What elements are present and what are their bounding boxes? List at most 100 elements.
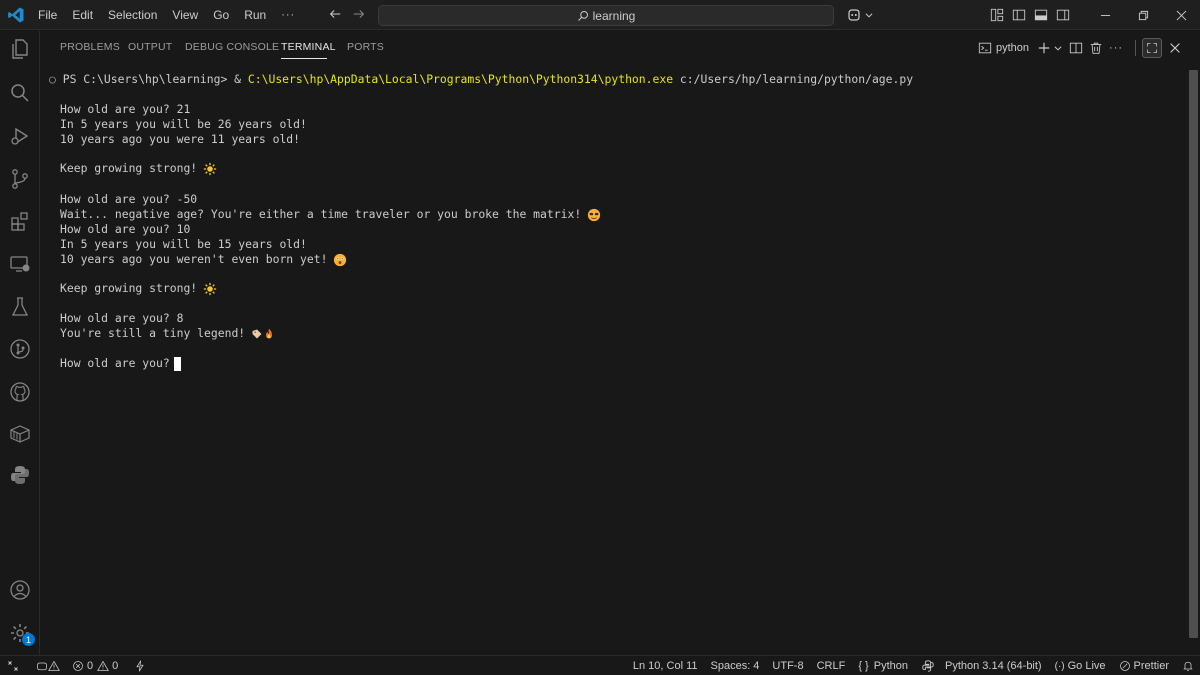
close-window-button[interactable] [1162, 0, 1200, 30]
output-line: How old are you? 21 [60, 102, 191, 116]
go-live-button[interactable]: (·) Go Live [1055, 660, 1106, 672]
problems-status[interactable]: 0 0 [72, 660, 118, 672]
python-interpreter[interactable]: Python 3.14 (64-bit) [921, 659, 1042, 673]
output-line: In 5 years you will be 15 years old! [60, 237, 307, 251]
search-view-button[interactable] [8, 81, 32, 105]
indentation[interactable]: Spaces: 4 [711, 660, 760, 672]
toggle-primary-sidebar-icon[interactable] [1012, 8, 1026, 22]
terminal-instance[interactable]: python [978, 41, 1037, 55]
beaker-icon [11, 297, 29, 316]
manage-update-badge: 1 [22, 633, 35, 646]
containers-button[interactable] [8, 422, 32, 446]
restore-icon [1138, 10, 1148, 20]
toggle-panel-icon[interactable] [1034, 8, 1048, 22]
extensions-button[interactable] [8, 209, 32, 233]
copilot-status[interactable] [36, 660, 60, 672]
python-exe-path: C:\Users\hp\AppData\Local\Programs\Pytho… [247, 72, 674, 86]
close-panel-button[interactable] [1168, 41, 1182, 55]
git-graph-button[interactable] [8, 337, 32, 361]
tab-output[interactable]: OUTPUT [128, 41, 172, 53]
new-terminal-button[interactable] [1037, 41, 1063, 55]
input-line: How old are you? [60, 356, 181, 371]
close-icon [1176, 10, 1186, 20]
terminal-name: python [996, 42, 1030, 54]
bell-icon [1183, 661, 1193, 672]
status-right: Ln 10, Col 11 Spaces: 4 UTF-8 CRLF { } P… [633, 656, 1194, 675]
accounts-button[interactable] [8, 578, 32, 602]
split-icon [1069, 42, 1083, 54]
split-terminal-button[interactable] [1069, 41, 1083, 55]
tag-emoji-icon [252, 329, 262, 338]
interpreter-version: Python 3.14 (64-bit) [944, 660, 1042, 672]
check-circle-icon [1119, 661, 1130, 671]
search-icon [11, 84, 29, 102]
maximize-panel-button[interactable] [1142, 38, 1163, 58]
github-button[interactable] [8, 380, 32, 404]
status-left: 0 0 [0, 656, 146, 675]
remote-indicator[interactable] [0, 660, 26, 672]
menu-file[interactable]: File [38, 8, 57, 22]
ports-status[interactable] [134, 660, 146, 672]
forward-arrow-icon[interactable] [352, 7, 366, 21]
tab-terminal[interactable]: TERMINAL [281, 41, 336, 53]
terminal-scrollbar[interactable] [1187, 62, 1200, 654]
cursor-position[interactable]: Ln 10, Col 11 [633, 660, 698, 672]
testing-button[interactable] [8, 295, 32, 319]
menu-edit[interactable]: Edit [72, 8, 93, 22]
source-control-button[interactable] [8, 167, 32, 191]
run-debug-button[interactable] [8, 124, 32, 148]
account-icon [10, 580, 30, 600]
menu-go[interactable]: Go [213, 8, 229, 22]
kill-terminal-button[interactable] [1089, 41, 1103, 55]
output-text: 10 years ago you weren't even born yet! [60, 252, 328, 266]
output-line: Keep growing strong! [60, 161, 217, 176]
notifications-button[interactable] [1182, 660, 1194, 672]
menu-bar: File Edit Selection View Go Run ··· [38, 0, 310, 30]
warning-count: 0 [112, 660, 119, 672]
maximize-icon [1147, 43, 1157, 53]
tab-problems[interactable]: PROBLEMS [60, 41, 120, 53]
output-text: Keep growing strong! [60, 281, 198, 295]
menu-more[interactable]: ··· [281, 9, 295, 21]
output-text: You're still a tiny legend! [60, 326, 246, 340]
command-center-search[interactable]: learning [378, 5, 834, 26]
scrollbar-thumb[interactable] [1189, 70, 1198, 638]
command-line: ○ PS C:\Users\hp\learning> & C:\Users\hp… [49, 72, 913, 86]
customize-layout-icon[interactable] [990, 8, 1004, 22]
output-line: 10 years ago you weren't even born yet! [60, 252, 347, 267]
terminal-output[interactable]: ○ PS C:\Users\hp\learning> & C:\Users\hp… [41, 62, 1187, 654]
menu-selection[interactable]: Selection [108, 8, 157, 22]
tab-debug-console[interactable]: DEBUG CONSOLE [185, 41, 279, 53]
toggle-secondary-sidebar-icon[interactable] [1056, 8, 1070, 22]
tab-ports[interactable]: PORTS [347, 41, 384, 53]
end-of-line[interactable]: CRLF [817, 660, 846, 672]
separator [1135, 40, 1137, 56]
chevron-down-icon [1054, 46, 1062, 51]
python-button[interactable] [8, 463, 32, 487]
active-tab-indicator [281, 58, 327, 59]
extensions-icon [11, 212, 28, 231]
menu-run[interactable]: Run [244, 8, 266, 22]
files-icon [12, 39, 28, 59]
language-mode[interactable]: { } Python [858, 660, 908, 672]
output-line: Wait... negative age? You're either a ti… [60, 207, 601, 222]
more-actions-button[interactable]: ··· [1109, 42, 1123, 54]
prettier-status[interactable]: Prettier [1119, 660, 1169, 672]
title-bar: File Edit Selection View Go Run ··· lear… [0, 0, 1200, 30]
minimize-icon [1100, 14, 1110, 16]
remote-explorer-button[interactable] [8, 252, 32, 276]
python-icon [11, 466, 29, 484]
terminal-icon [978, 42, 992, 54]
command-status-dot-icon: ○ [49, 72, 63, 86]
copilot-button[interactable] [846, 7, 874, 23]
braces-icon: { } [858, 660, 869, 672]
encoding[interactable]: UTF-8 [772, 660, 803, 672]
navigation-arrows [328, 7, 366, 21]
output-line: How old are you? -50 [60, 192, 198, 206]
menu-view[interactable]: View [172, 8, 198, 22]
back-arrow-icon[interactable] [328, 7, 342, 21]
explorer-button[interactable] [8, 37, 32, 61]
restore-button[interactable] [1124, 0, 1162, 30]
minimize-button[interactable] [1086, 0, 1124, 30]
python-env-icon [922, 660, 934, 672]
